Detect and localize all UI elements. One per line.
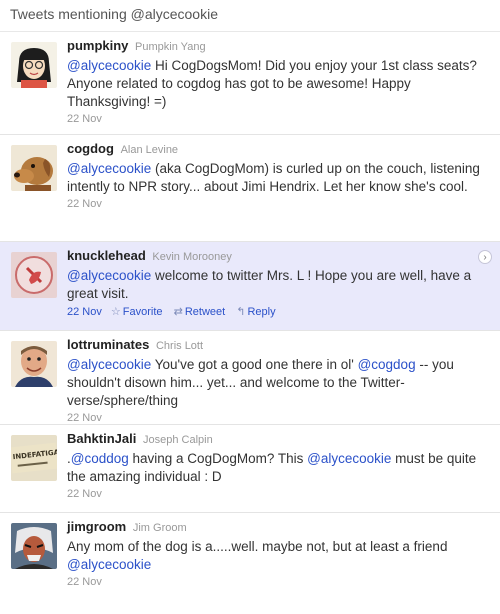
timestamp[interactable]: 22 Nov [67,306,102,318]
timestamp[interactable]: 22 Nov [67,412,490,424]
screen-name[interactable]: lottruminates [67,337,149,352]
retweet-button[interactable]: ⇄ Retweet [174,306,226,318]
timestamp[interactable]: 22 Nov [67,576,490,588]
mention-link[interactable]: @alycecookie [67,268,151,283]
tweet-text: @alycecookie welcome to twitter Mrs. L !… [67,268,472,301]
avatar[interactable] [11,341,57,387]
mention-link[interactable]: @alycecookie [307,451,391,466]
tweet-item: jimgroom Jim Groom Any mom of the dog is… [0,513,500,593]
reply-button[interactable]: ↰ Reply [236,306,275,318]
tweet-item-highlighted: knucklehead Kevin Morooney @alycecookie … [0,242,500,331]
tweet-text: @alycecookie Hi CogDogsMom! Did you enjo… [67,58,477,109]
mention-link[interactable]: @alycecookie [67,357,151,372]
tweet-text: Any mom of the dog is a.....well. maybe … [67,539,448,572]
full-name: Alan Levine [120,144,179,156]
mention-link[interactable]: @alycecookie [67,58,151,73]
screen-name[interactable]: pumpkiny [67,38,128,53]
avatar[interactable] [11,252,57,298]
star-icon: ☆ [110,306,121,318]
mention-link[interactable]: @coddog [71,451,129,466]
mentions-page: Tweets mentioning @alycecookie pumpkiny … [0,0,500,614]
timestamp[interactable]: 22 Nov [67,113,490,125]
avatar[interactable] [11,523,57,569]
full-name: Pumpkin Yang [135,41,206,53]
retweet-icon: ⇄ [173,306,183,318]
screen-name[interactable]: BahktinJali [67,431,136,446]
reply-icon: ↰ [236,306,246,318]
avatar[interactable]: INDEFATIGABL [11,435,57,481]
tweet-item: INDEFATIGABL BahktinJali Joseph Calpin .… [0,425,500,513]
full-name: Joseph Calpin [142,434,213,446]
avatar[interactable] [11,145,57,191]
avatar[interactable] [11,42,57,88]
tweet-item: cogdog Alan Levine @alycecookie (aka Cog… [0,135,500,242]
favorite-button[interactable]: ☆ Favorite [111,306,163,318]
timestamp[interactable]: 22 Nov [67,488,490,500]
full-name: Jim Groom [132,522,187,534]
chevron-right-icon[interactable]: › [478,250,492,264]
full-name: Kevin Morooney [152,251,232,263]
mention-link[interactable]: @cogdog [358,357,416,372]
tweet-text: @alycecookie (aka CogDogMom) is curled u… [67,161,480,194]
timestamp[interactable]: 22 Nov [67,198,490,210]
tweet-text: @alycecookie You've got a good one there… [67,357,454,408]
tweet-actions: 22 Nov ☆ Favorite ⇄ Retweet ↰ Reply [67,305,490,318]
tweet-item: lottruminates Chris Lott @alycecookie Yo… [0,331,500,425]
mention-link[interactable]: @alycecookie [67,161,151,176]
full-name: Chris Lott [155,340,204,352]
tweet-item: pumpkiny Pumpkin Yang @alycecookie Hi Co… [0,32,500,135]
screen-name[interactable]: knucklehead [67,248,146,263]
page-title: Tweets mentioning @alycecookie [0,0,500,32]
screen-name[interactable]: jimgroom [67,519,126,534]
mention-link[interactable]: @alycecookie [67,557,151,572]
tweet-text: .@coddog having a CogDogMom? This @alyce… [67,451,477,484]
screen-name[interactable]: cogdog [67,141,114,156]
